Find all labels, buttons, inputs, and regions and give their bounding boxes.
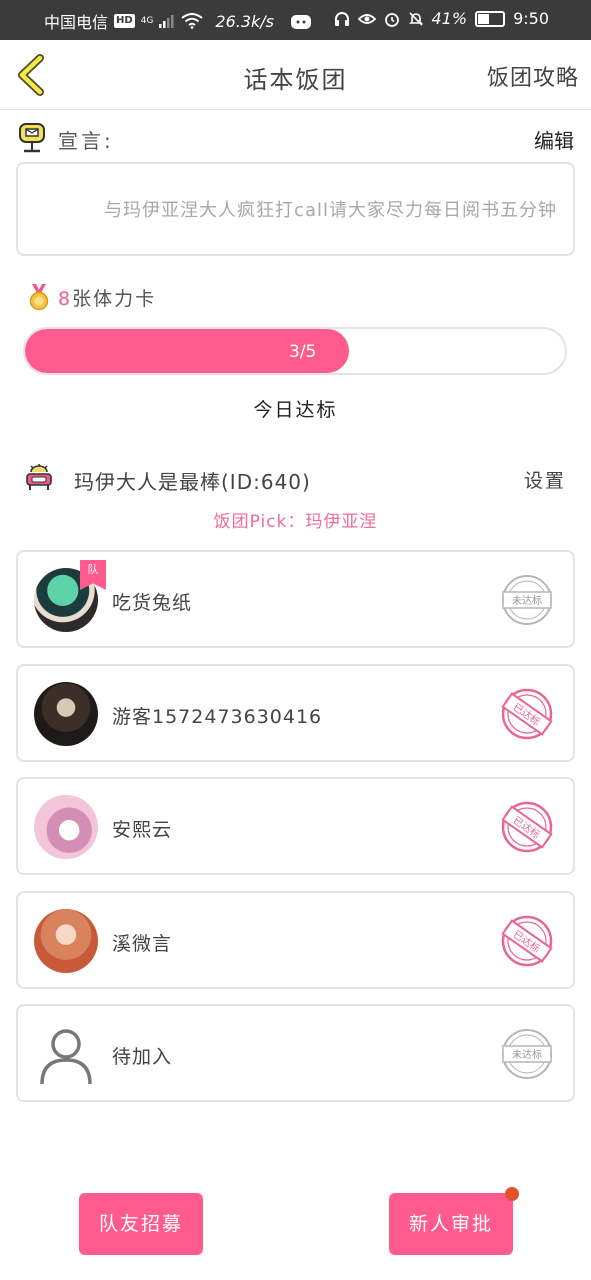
- today-target-label: 今日达标: [253, 399, 338, 421]
- not-reached-stamp-icon: 未达标: [502, 575, 552, 625]
- member-name: 吃货兔纸: [112, 592, 193, 614]
- stamina-suffix: 张体力卡: [72, 287, 157, 310]
- stamp-label: 未达标: [512, 595, 542, 607]
- member-name: 安熙云: [112, 819, 173, 841]
- member-card[interactable]: 溪微言 已达标: [16, 891, 575, 989]
- notification-dot: [505, 1187, 519, 1201]
- not-reached-stamp-icon: 未达标: [502, 1029, 552, 1079]
- member-card[interactable]: 游客1572473630416 已达标: [16, 664, 575, 762]
- member-card[interactable]: 安熙云 已达标: [16, 777, 575, 875]
- group-header: 玛伊大人是最棒(ID:640) 设置: [24, 462, 566, 496]
- stamina-card-count: 8张体力卡: [58, 284, 156, 311]
- member-card[interactable]: 队 吃货兔纸 未达标: [16, 550, 575, 648]
- signal-icon: [159, 15, 174, 28]
- avatar[interactable]: [34, 795, 98, 859]
- user-placeholder-icon[interactable]: [34, 1022, 98, 1086]
- stamina-row: 8张体力卡: [28, 282, 156, 312]
- mute-icon: [408, 11, 423, 26]
- reached-stamp-icon: 已达标: [501, 915, 553, 967]
- recruit-teammates-button[interactable]: 队友招募: [79, 1193, 203, 1255]
- approve-newcomers-button[interactable]: 新人审批: [389, 1187, 519, 1255]
- declaration-text: 与玛伊亚涅大人疯狂打call请大家尽力每日阅书五分钟: [104, 200, 557, 221]
- declaration-label: 宣言:: [58, 129, 114, 153]
- eye-icon: [357, 13, 376, 24]
- daily-progress-bar: 3/5: [23, 327, 567, 375]
- stamina-number: 8: [58, 287, 73, 310]
- member-name: 待加入: [112, 1046, 173, 1068]
- headset-icon: [334, 11, 349, 26]
- status-bar: 中国电信 HD 4G 26.3k/s 41% 9:50: [0, 0, 591, 40]
- declaration-header: 宣言: 编辑: [18, 122, 574, 156]
- medal-icon: [29, 284, 49, 311]
- app-header: 话本饭团 饭团攻略: [0, 40, 591, 110]
- mailbox-icon: [19, 123, 45, 153]
- group-name: 玛伊大人是最棒(ID:640): [74, 470, 311, 494]
- clock: 9:50: [513, 9, 549, 28]
- group-settings-button[interactable]: 设置: [524, 466, 566, 493]
- edit-declaration-button[interactable]: 编辑: [534, 125, 574, 154]
- group-sofa-icon: [26, 464, 52, 490]
- declaration-box: 与玛伊亚涅大人疯狂打call请大家尽力每日阅书五分钟: [16, 162, 575, 256]
- network-label: 4G: [140, 16, 154, 26]
- status-bar-right: 41% 9:50: [334, 9, 549, 28]
- group-guide-link[interactable]: 饭团攻略: [487, 60, 579, 92]
- wifi-icon: [181, 13, 204, 29]
- reached-stamp-icon: 已达标: [501, 688, 553, 740]
- network-speed: 26.3k/s: [215, 11, 275, 31]
- status-bar-left: 中国电信 HD 4G 26.3k/s: [44, 9, 312, 33]
- alarm-icon: [384, 12, 399, 27]
- avatar[interactable]: [34, 682, 98, 746]
- battery-icon: [475, 10, 506, 27]
- avatar[interactable]: [34, 909, 98, 973]
- group-pick-label: 饭团Pick：玛伊亚涅: [213, 512, 378, 532]
- reached-stamp-icon: 已达标: [501, 801, 553, 853]
- member-name: 溪微言: [112, 933, 173, 955]
- member-name: 游客1572473630416: [112, 706, 323, 728]
- progress-label: 3/5: [289, 342, 317, 362]
- carrier-label: 中国电信: [44, 13, 109, 32]
- battery-percent: 41%: [431, 9, 468, 28]
- stamp-label: 未达标: [512, 1049, 542, 1061]
- app-notification-icon: [291, 15, 312, 29]
- hd-badge: HD: [114, 14, 135, 28]
- approve-label: 新人审批: [408, 1213, 493, 1235]
- member-card[interactable]: 待加入 未达标: [16, 1004, 575, 1102]
